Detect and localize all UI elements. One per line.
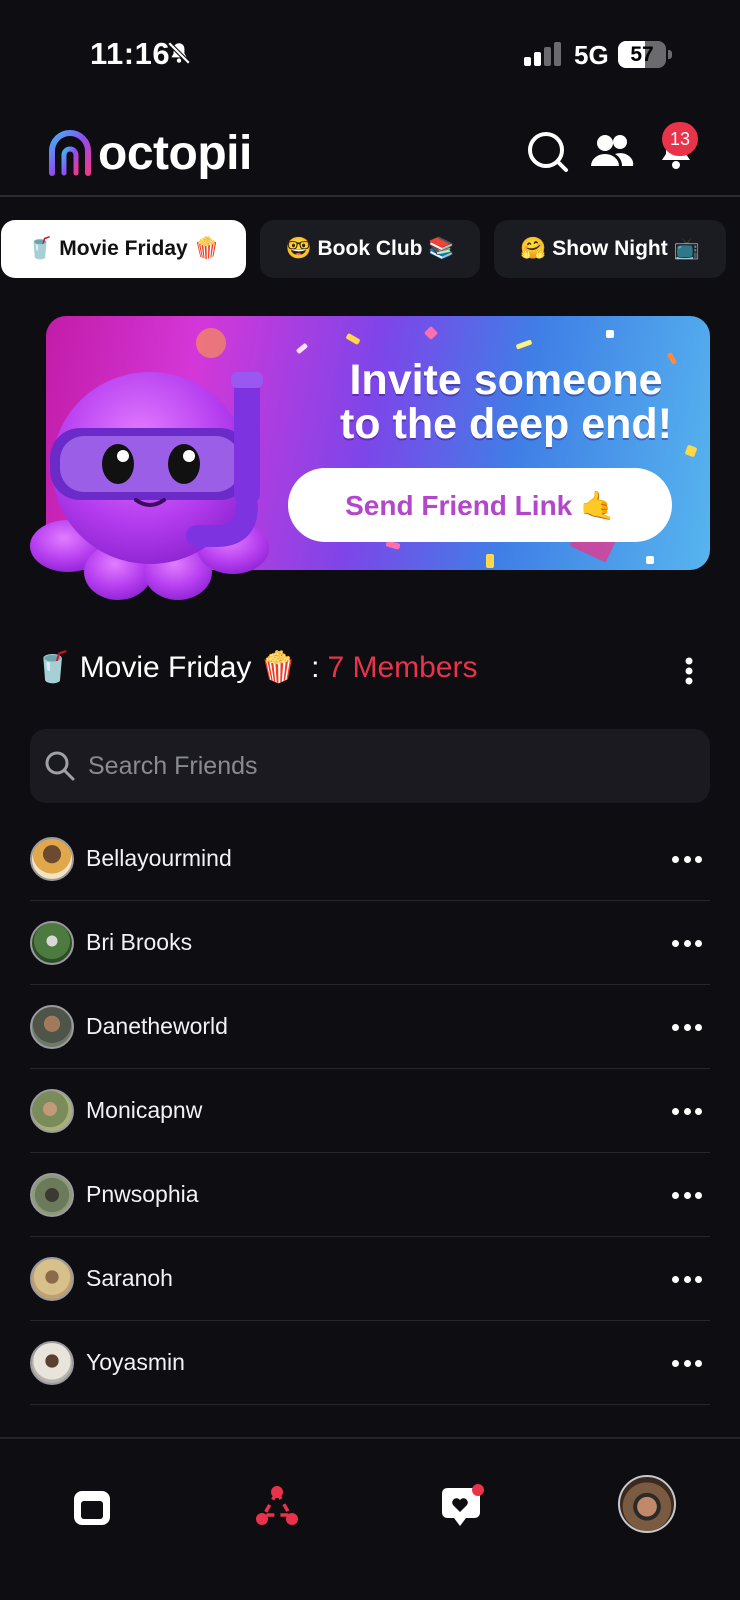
battery-icon: 57 (618, 41, 672, 68)
search-button[interactable] (524, 128, 572, 176)
friends-icon (591, 135, 634, 166)
friend-name: Saranoh (86, 1265, 173, 1291)
bottom-nav (0, 1437, 740, 1600)
avatar (30, 1340, 74, 1385)
member-count[interactable]: 7 Members (327, 651, 477, 685)
search-friends-bar (30, 729, 710, 803)
group-options-icon[interactable] (680, 656, 698, 686)
avatar (30, 920, 74, 965)
profile-avatar[interactable] (618, 1475, 676, 1533)
more-options-icon[interactable] (672, 1015, 702, 1039)
more-options-icon[interactable] (672, 847, 702, 871)
nav-feed[interactable] (62, 1477, 122, 1537)
network-type: 5G (574, 40, 609, 70)
group-tabs: 🥤 Movie Friday 🍿 🤓 Book Club 📚 🤗 Show Ni… (0, 220, 740, 278)
list-item[interactable]: Saranoh (30, 1237, 710, 1321)
more-options-icon[interactable] (672, 1351, 702, 1375)
banner-title-line2: to the deep end! (339, 400, 673, 448)
friends-list: Bellayourmind Bri Brooks Danetheworld Mo… (30, 817, 710, 1405)
nav-groups[interactable] (247, 1477, 307, 1537)
friend-name: Bellayourmind (86, 845, 232, 871)
friend-name: Pnwsophia (86, 1181, 199, 1207)
avatar (30, 1256, 74, 1301)
tab-book-club[interactable]: 🤓 Book Club 📚 (260, 220, 480, 278)
group-header: 🥤 Movie Friday 🍿 : 7 Members (34, 650, 477, 685)
status-time: 11:16 (90, 36, 171, 71)
search-friends-input[interactable] (88, 751, 688, 781)
more-options-icon[interactable] (672, 931, 702, 955)
list-item[interactable]: Danetheworld (30, 985, 710, 1069)
tab-show-night[interactable]: 🤗 Show Night 📺 (494, 220, 726, 278)
chat-heart-icon (442, 1484, 484, 1526)
friend-name: Monicapnw (86, 1097, 203, 1123)
friend-name: Yoyasmin (86, 1349, 185, 1375)
avatar (30, 1172, 74, 1217)
octopii-logo[interactable]: octopii (44, 126, 252, 181)
search-icon (45, 751, 75, 781)
banner-title-line1: Invite someone (349, 356, 663, 404)
bell-off-icon (167, 41, 191, 65)
notification-badge: 13 (662, 122, 698, 156)
more-options-icon[interactable] (672, 1183, 702, 1207)
friend-name: Bri Brooks (86, 929, 193, 955)
list-item[interactable]: Monicapnw (30, 1069, 710, 1153)
tab-movie-friday[interactable]: 🥤 Movie Friday 🍿 (1, 220, 246, 278)
battery-level: 57 (630, 43, 654, 66)
group-separator: : (311, 650, 320, 684)
avatar (30, 1004, 74, 1049)
nav-chat[interactable] (432, 1477, 492, 1537)
more-options-icon[interactable] (672, 1099, 702, 1123)
banner-title: Invite someone to the deep end! (296, 358, 710, 446)
list-item[interactable]: Pnwsophia (30, 1153, 710, 1237)
feed-icon (74, 1491, 110, 1525)
send-friend-link-button[interactable]: Send Friend Link 🤙 (288, 468, 672, 542)
list-item[interactable]: Yoyasmin (30, 1321, 710, 1405)
friends-button[interactable] (588, 128, 636, 176)
avatar (30, 836, 74, 881)
logo-text: octopii (98, 127, 252, 180)
app-header: octopii 13 (0, 100, 740, 197)
list-item[interactable]: Bri Brooks (30, 901, 710, 985)
octopus-mascot-image (30, 372, 269, 600)
more-options-icon[interactable] (672, 1267, 702, 1291)
search-icon (528, 132, 568, 172)
list-item[interactable]: Bellayourmind (30, 817, 710, 901)
groups-icon (256, 1486, 298, 1525)
signal-icon (524, 42, 561, 66)
group-name: 🥤 Movie Friday 🍿 (34, 651, 298, 684)
octopus-logo-icon (49, 129, 91, 176)
avatar (30, 1088, 74, 1133)
status-bar: 11:16 5G 57 (0, 0, 740, 100)
friend-name: Danetheworld (86, 1013, 228, 1039)
